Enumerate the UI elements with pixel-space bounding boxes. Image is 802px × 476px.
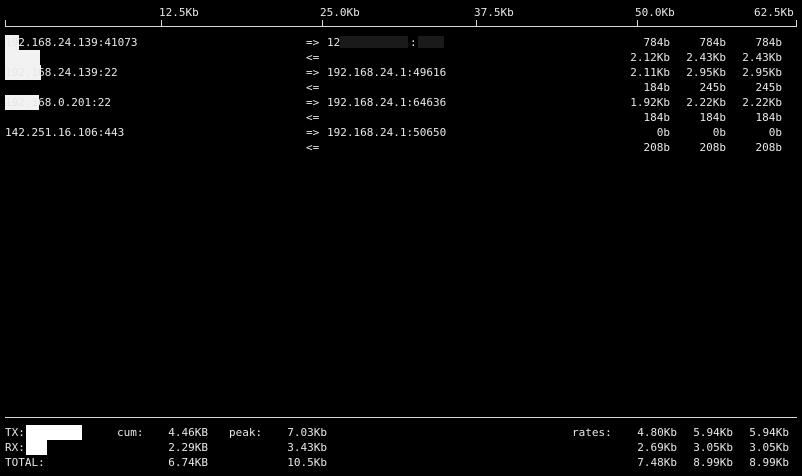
out-arrow: => bbox=[306, 96, 320, 109]
peak-label: peak: bbox=[229, 426, 263, 439]
local-host: 192.168.0.201:22 bbox=[5, 96, 111, 109]
rate-2s: 1.92Kb bbox=[630, 96, 670, 109]
scale-tick-25-0 bbox=[322, 20, 323, 27]
tx-bar bbox=[26, 425, 82, 440]
rate-10s: 2.95Kb bbox=[686, 66, 726, 79]
scale-label-50-0: 50.0Kb bbox=[635, 6, 675, 19]
tx-peak-value: 7.03Kb bbox=[287, 426, 327, 439]
total-peak-value: 10.5Kb bbox=[287, 456, 327, 469]
total-rate-40s: 8.99Kb bbox=[749, 456, 789, 469]
rate-10s: 245b bbox=[699, 81, 727, 94]
in-arrow: <= bbox=[306, 51, 320, 64]
local-host: 192.168.24.139:22 bbox=[5, 66, 118, 79]
rate-10s: 784b bbox=[699, 36, 727, 49]
tx-label: TX: bbox=[5, 426, 25, 439]
rx-label: RX: bbox=[5, 441, 25, 454]
out-arrow: => bbox=[306, 36, 320, 49]
total-rate-10s: 8.99Kb bbox=[693, 456, 733, 469]
scale-tick-62-5 bbox=[796, 20, 797, 27]
redaction-block bbox=[418, 36, 444, 48]
rx-cum-value: 2.29KB bbox=[168, 441, 208, 454]
total-label: TOTAL: bbox=[5, 456, 45, 469]
rate-2s: 184b bbox=[643, 111, 671, 124]
rx-rate-2s: 2.69Kb bbox=[637, 441, 677, 454]
rate-2s: 784b bbox=[643, 36, 671, 49]
scale-label-12-5: 12.5Kb bbox=[159, 6, 199, 19]
scale-tick-12-5 bbox=[161, 20, 162, 27]
rate-10s: 208b bbox=[699, 141, 727, 154]
rate-40s: 2.43Kb bbox=[742, 51, 782, 64]
rate-40s: 0b bbox=[768, 126, 782, 139]
scale-tick-37-5 bbox=[476, 20, 477, 27]
remote-host: 192.168.24.1:50650 bbox=[327, 126, 447, 139]
scale-label-37-5: 37.5Kb bbox=[474, 6, 514, 19]
totals-divider bbox=[5, 417, 797, 418]
tx-cum-value: 4.46KB bbox=[168, 426, 208, 439]
rate-40s: 2.22Kb bbox=[742, 96, 782, 109]
rate-2s: 2.11Kb bbox=[630, 66, 670, 79]
in-arrow: <= bbox=[306, 111, 320, 124]
rate-2s: 208b bbox=[643, 141, 671, 154]
scale-label-62-5: 62.5Kb bbox=[754, 6, 794, 19]
scale-tick-0 bbox=[5, 20, 6, 27]
rx-rate-40s: 3.05Kb bbox=[749, 441, 789, 454]
rates-label: rates: bbox=[572, 426, 612, 439]
cum-label: cum: bbox=[117, 426, 144, 439]
traffic-bar-conn-1-in bbox=[5, 50, 40, 65]
tx-rate-10s: 5.94Kb bbox=[693, 426, 733, 439]
rate-10s: 0b bbox=[712, 126, 726, 139]
rate-10s: 184b bbox=[699, 111, 727, 124]
rate-10s: 2.43Kb bbox=[686, 51, 726, 64]
remote-host: 192.168.24.1:49616 bbox=[327, 66, 447, 79]
rate-2s: 0b bbox=[656, 126, 670, 139]
in-arrow: <= bbox=[306, 141, 320, 154]
rate-2s: 184b bbox=[643, 81, 671, 94]
out-arrow: => bbox=[306, 66, 320, 79]
total-cum-value: 6.74KB bbox=[168, 456, 208, 469]
rate-40s: 2.95Kb bbox=[742, 66, 782, 79]
scale-tick-50-0 bbox=[637, 20, 638, 27]
rate-40s: 245b bbox=[755, 81, 783, 94]
rate-40s: 784b bbox=[755, 36, 783, 49]
scale-label-25-0: 25.0Kb bbox=[320, 6, 360, 19]
rate-10s: 2.22Kb bbox=[686, 96, 726, 109]
local-host: 192.168.24.139:41073 bbox=[5, 36, 138, 49]
in-arrow: <= bbox=[306, 81, 320, 94]
redaction-block bbox=[340, 36, 408, 48]
out-arrow: => bbox=[306, 126, 320, 139]
remote-host: 12 bbox=[327, 36, 341, 49]
local-host: 142.251.16.106:443 bbox=[5, 126, 125, 139]
remote-host: 192.168.24.1:64636 bbox=[327, 96, 447, 109]
rate-40s: 184b bbox=[755, 111, 783, 124]
rx-rate-10s: 3.05Kb bbox=[693, 441, 733, 454]
rate-2s: 2.12Kb bbox=[630, 51, 670, 64]
tx-rate-2s: 4.80Kb bbox=[637, 426, 677, 439]
remote-host-suffix: : bbox=[410, 36, 417, 49]
scale-axis-line bbox=[5, 26, 797, 27]
rx-peak-value: 3.43Kb bbox=[287, 441, 327, 454]
rx-bar bbox=[26, 440, 47, 455]
rate-40s: 208b bbox=[755, 141, 783, 154]
total-rate-2s: 7.48Kb bbox=[637, 456, 677, 469]
tx-rate-40s: 5.94Kb bbox=[749, 426, 789, 439]
